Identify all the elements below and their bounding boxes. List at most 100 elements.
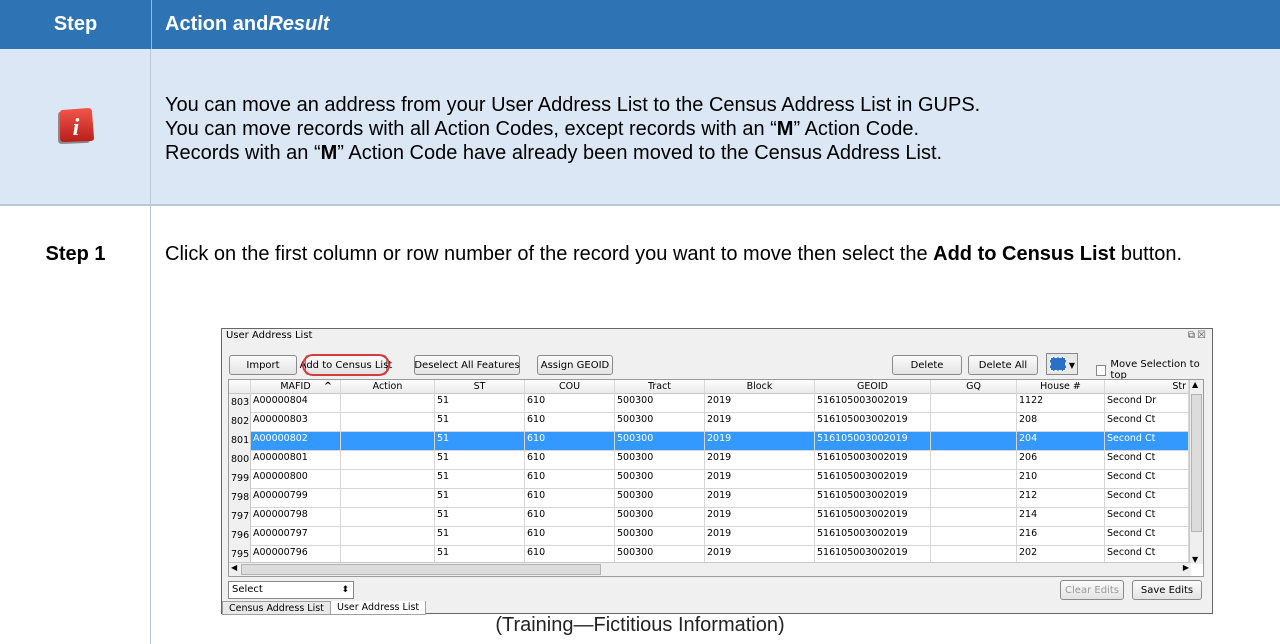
table-cell[interactable]	[341, 394, 435, 413]
table-cell[interactable]	[931, 527, 1017, 546]
table-cell[interactable]: A00000800	[251, 470, 341, 489]
table-cell[interactable]: Second Ct	[1105, 432, 1189, 451]
table-cell[interactable]: 51	[435, 527, 525, 546]
table-cell[interactable]	[341, 470, 435, 489]
clear-edits-button[interactable]: Clear Edits	[1060, 580, 1124, 600]
table-cell[interactable]: 516105003002019	[815, 432, 931, 451]
table-cell[interactable]: A00000801	[251, 451, 341, 470]
table-row[interactable]: 803 A00000804 51 610 500300 2019 5161050030020…	[229, 394, 1189, 413]
table-cell[interactable]: 2019	[705, 508, 815, 527]
table-cell[interactable]: A00000804	[251, 394, 341, 413]
table-cell[interactable]: 516105003002019	[815, 394, 931, 413]
table-cell[interactable]: 516105003002019	[815, 413, 931, 432]
table-row[interactable]: 801 A00000802 51 610 500300 2019 5161050030020…	[229, 432, 1189, 451]
table-cell[interactable]: 516105003002019	[815, 489, 931, 508]
table-cell[interactable]: 500300	[615, 470, 705, 489]
table-cell[interactable]: A00000802	[251, 432, 341, 451]
table-cell[interactable]: Second Ct	[1105, 413, 1189, 432]
column-header-house-number[interactable]: House #	[1017, 380, 1105, 394]
table-row[interactable]: 800 A00000801 51 610 500300 2019 5161050030020…	[229, 451, 1189, 470]
table-cell[interactable]: 2019	[705, 394, 815, 413]
table-cell[interactable]: 516105003002019	[815, 451, 931, 470]
table-row[interactable]: 796 A00000797 51 610 500300 2019 5161050030020…	[229, 527, 1189, 546]
table-cell[interactable]: 51	[435, 470, 525, 489]
tab-user-address-list[interactable]: User Address List	[330, 601, 427, 615]
table-cell[interactable]: 2019	[705, 527, 815, 546]
table-cell[interactable]	[341, 413, 435, 432]
table-cell[interactable]: 212	[1017, 489, 1105, 508]
delete-all-button[interactable]: Delete All	[968, 355, 1038, 375]
horizontal-scroll-thumb[interactable]	[241, 564, 601, 575]
move-selection-to-top[interactable]: Move Selection to top	[1096, 359, 1212, 381]
table-cell[interactable]	[341, 527, 435, 546]
table-cell[interactable]: 51	[435, 432, 525, 451]
row-number[interactable]: 799	[229, 470, 251, 489]
column-header-mafid[interactable]: MAFID ^	[251, 380, 341, 394]
table-row[interactable]: 799 A00000800 51 610 500300 2019 5161050030020…	[229, 470, 1189, 489]
table-cell[interactable]: 51	[435, 413, 525, 432]
row-number[interactable]: 800	[229, 451, 251, 470]
table-cell[interactable]: Second Ct	[1105, 470, 1189, 489]
table-cell[interactable]: 500300	[615, 413, 705, 432]
import-button[interactable]: Import	[229, 355, 297, 375]
table-cell[interactable]: 2019	[705, 470, 815, 489]
scroll-down-icon[interactable]: ▼	[1192, 555, 1198, 564]
table-cell[interactable]: 610	[525, 394, 615, 413]
table-cell[interactable]: 500300	[615, 432, 705, 451]
table-cell[interactable]: 216	[1017, 527, 1105, 546]
vertical-scrollbar[interactable]: ▲ ▼	[1189, 380, 1203, 564]
row-number[interactable]: 797	[229, 508, 251, 527]
table-cell[interactable]: 610	[525, 470, 615, 489]
table-cell[interactable]	[931, 413, 1017, 432]
table-cell[interactable]: A00000803	[251, 413, 341, 432]
scroll-right-icon[interactable]: ▶	[1183, 563, 1189, 572]
deselect-all-features-button[interactable]: Deselect All Features	[414, 355, 520, 375]
table-cell[interactable]	[931, 508, 1017, 527]
column-header-cou[interactable]: COU	[525, 380, 615, 394]
table-cell[interactable]: 610	[525, 432, 615, 451]
window-controls-icon[interactable]: ⧉☒	[1188, 330, 1208, 341]
column-header-geoid[interactable]: GEOID	[815, 380, 931, 394]
table-cell[interactable]: 516105003002019	[815, 508, 931, 527]
table-cell[interactable]: 2019	[705, 432, 815, 451]
move-selection-checkbox[interactable]	[1096, 364, 1107, 376]
row-number[interactable]: 801	[229, 432, 251, 451]
save-edits-button[interactable]: Save Edits	[1132, 580, 1202, 600]
table-cell[interactable]: 610	[525, 508, 615, 527]
table-cell[interactable]: 500300	[615, 527, 705, 546]
table-row[interactable]: 798 A00000799 51 610 500300 2019 5161050030020…	[229, 489, 1189, 508]
table-cell[interactable]: 610	[525, 527, 615, 546]
table-cell[interactable]: 500300	[615, 394, 705, 413]
table-cell[interactable]: 500300	[615, 508, 705, 527]
table-cell[interactable]: 51	[435, 489, 525, 508]
table-cell[interactable]: 610	[525, 451, 615, 470]
table-cell[interactable]: 51	[435, 508, 525, 527]
table-row[interactable]: 802 A00000803 51 610 500300 2019 5161050030020…	[229, 413, 1189, 432]
column-header-tract[interactable]: Tract	[615, 380, 705, 394]
assign-geoid-button[interactable]: Assign GEOID	[537, 355, 613, 375]
table-cell[interactable]: 2019	[705, 489, 815, 508]
table-cell[interactable]: 204	[1017, 432, 1105, 451]
table-cell[interactable]: 516105003002019	[815, 527, 931, 546]
table-cell[interactable]: 51	[435, 394, 525, 413]
select-dropdown[interactable]: Select ⬍	[228, 581, 354, 599]
table-cell[interactable]: A00000799	[251, 489, 341, 508]
row-number[interactable]: 802	[229, 413, 251, 432]
table-cell[interactable]	[931, 470, 1017, 489]
table-cell[interactable]	[341, 451, 435, 470]
table-cell[interactable]	[931, 432, 1017, 451]
column-header-street[interactable]: Str	[1105, 380, 1189, 394]
table-cell[interactable]: 208	[1017, 413, 1105, 432]
table-cell[interactable]: 214	[1017, 508, 1105, 527]
tab-census-address-list[interactable]: Census Address List	[222, 601, 331, 615]
table-cell[interactable]	[341, 489, 435, 508]
column-header-block[interactable]: Block	[705, 380, 815, 394]
table-cell[interactable]	[931, 394, 1017, 413]
table-cell[interactable]	[341, 432, 435, 451]
table-cell[interactable]: 516105003002019	[815, 470, 931, 489]
scroll-up-icon[interactable]: ▲	[1192, 380, 1198, 389]
table-cell[interactable]	[931, 451, 1017, 470]
column-header-gq[interactable]: GQ	[931, 380, 1017, 394]
table-cell[interactable]: 1122	[1017, 394, 1105, 413]
row-number[interactable]: 796	[229, 527, 251, 546]
